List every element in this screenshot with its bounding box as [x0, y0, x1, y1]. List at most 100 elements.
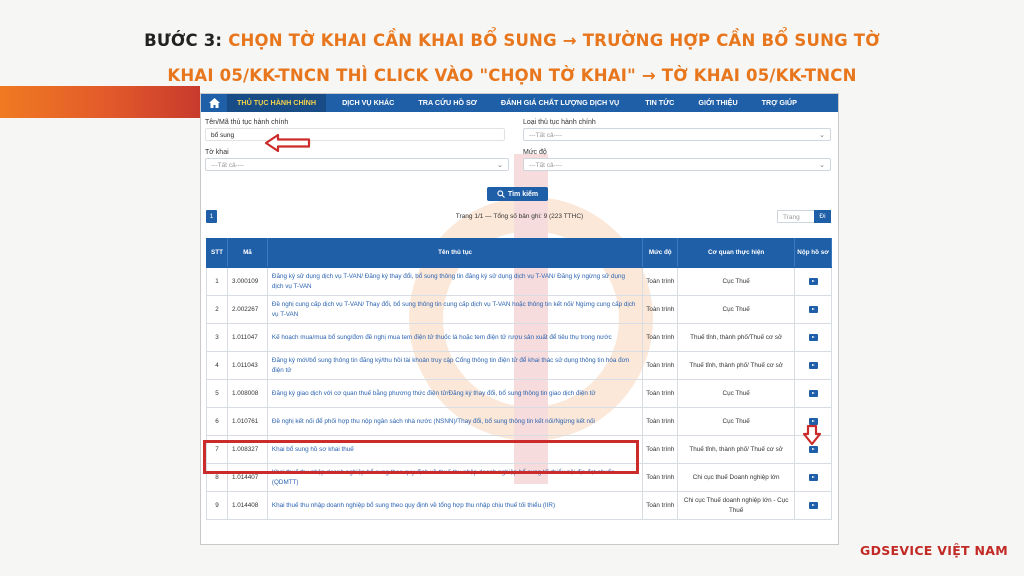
search-icon	[497, 190, 505, 198]
level-select-value: ---Tất cả----	[529, 162, 563, 169]
header-agency: Cơ quan thực hiện	[678, 238, 796, 267]
table-row: 1 3.000109 Đăng ký sử dụng dịch vụ T-VAN/ …	[206, 268, 832, 296]
procedure-name-link[interactable]: Đề nghị kết nối để phối hợp thu nộp ngân…	[268, 408, 644, 435]
submit-icon[interactable]	[808, 502, 818, 509]
stt-cell: 6	[207, 408, 228, 435]
form-field-group: Tờ khai ---Tất cả---- ⌄	[205, 148, 509, 171]
submit-icon[interactable]	[808, 362, 818, 369]
agency-cell: Thuế tỉnh, thành phố/ Thuế cơ sở	[678, 352, 796, 379]
header-submit: Nộp hồ sơ	[795, 238, 832, 267]
agency-cell: Cục Thuế	[678, 296, 796, 323]
submit-cell	[795, 464, 832, 491]
procedures-table: STT Mã Tên thủ tục Mức độ Cơ quan thực h…	[206, 238, 832, 520]
step-heading-line2: KHAI 05/KK-TNCN THÌ CLICK VÀO "CHỌN TỜ K…	[167, 66, 857, 85]
level-cell: Toàn trình	[643, 408, 679, 435]
procedure-name-link[interactable]: Kế hoạch mua/mua bổ sung/đơn đề nghị mua…	[268, 324, 644, 351]
nav-item-tra-cuu[interactable]: TRA CỨU HỒ SƠ	[404, 94, 487, 112]
nav-item-dich-vu[interactable]: DỊCH VỤ KHÁC	[326, 94, 404, 112]
level-cell: Toàn trình	[643, 268, 679, 295]
stt-cell: 2	[207, 296, 228, 323]
submit-cell	[795, 380, 832, 407]
level-select[interactable]: ---Tất cả---- ⌄	[523, 158, 831, 171]
submit-icon[interactable]	[808, 418, 818, 425]
procedure-name-link[interactable]: Đăng ký giao dịch với cơ quan thuế bằng …	[268, 380, 644, 407]
form-select[interactable]: ---Tất cả---- ⌄	[205, 158, 509, 171]
form-select-value: ---Tất cả----	[211, 162, 245, 169]
submit-cell	[795, 352, 832, 379]
code-cell: 1.014408	[228, 492, 268, 519]
table-row: 4 1.011043 Đăng ký mới/bổ sung thông tin đ…	[206, 352, 832, 380]
portal-screenshot: THỦ TỤC HÀNH CHÍNH DỊCH VỤ KHÁC TRA CỨU …	[200, 93, 839, 545]
code-cell: 1.011047	[228, 324, 268, 351]
type-field-group: Loại thủ tục hành chính ---Tất cả---- ⌄	[523, 118, 831, 141]
submit-cell	[795, 492, 832, 519]
agency-cell: Cục Thuế	[678, 408, 796, 435]
submit-cell	[795, 268, 832, 295]
code-cell: 1.010761	[228, 408, 268, 435]
code-cell: 1.008008	[228, 380, 268, 407]
stt-cell: 9	[207, 492, 228, 519]
nav-item-gioi-thieu[interactable]: GIỚI THIỆU	[684, 94, 747, 112]
chevron-down-icon: ⌄	[497, 162, 503, 169]
arrow-down-icon	[803, 425, 821, 445]
nav-item-danh-gia[interactable]: ĐÁNH GIÁ CHẤT LƯỢNG DỊCH VỤ	[487, 94, 629, 112]
form-field-label: Tờ khai	[205, 149, 229, 156]
table-row: 9 1.014408 Khai thuế thu nhập doanh nghiệp…	[206, 492, 832, 520]
submit-icon[interactable]	[808, 446, 818, 453]
table-row: 3 1.011047 Kế hoạch mua/mua bổ sung/đơn đề…	[206, 324, 832, 352]
level-field-label: Mức độ	[523, 149, 547, 156]
pager-info: Trang 1/1 — Tổng số bản ghi: 9 (223 TTHC…	[455, 213, 584, 220]
search-button-label: Tìm kiếm	[507, 190, 539, 198]
code-cell: 2.002267	[228, 296, 268, 323]
level-cell: Toàn trình	[643, 380, 679, 407]
step-heading-prefix: BƯỚC 3:	[144, 31, 229, 50]
agency-cell: Thuế tỉnh, thành phố/ Thuế cơ sở	[678, 436, 796, 463]
nav-item-thu-tuc[interactable]: THỦ TỤC HÀNH CHÍNH	[227, 94, 327, 112]
submit-icon[interactable]	[808, 306, 818, 313]
home-icon[interactable]	[201, 94, 227, 112]
procedure-name-link[interactable]: Đăng ký sử dụng dịch vụ T-VAN/ Đăng ký t…	[268, 268, 644, 295]
header-stt: STT	[207, 238, 228, 267]
stt-cell: 5	[207, 380, 228, 407]
agency-cell: Chi cục Thuế doanh nghiệp lớn - Cục Thuế	[678, 492, 796, 519]
table-row: 5 1.008008 Đăng ký giao dịch với cơ quan t…	[206, 380, 832, 408]
header-level: Mức độ	[643, 238, 679, 267]
code-cell: 1.011043	[228, 352, 268, 379]
table-row: 2 2.002267 Đề nghị cung cấp dịch vụ T-VAN/…	[206, 296, 832, 324]
level-cell: Toàn trình	[643, 492, 679, 519]
decorative-orange-bar	[0, 86, 200, 118]
level-field-group: Mức độ ---Tất cả---- ⌄	[523, 148, 831, 171]
submit-icon[interactable]	[808, 474, 818, 481]
submit-cell	[795, 324, 832, 351]
search-button[interactable]: Tìm kiếm	[487, 187, 548, 201]
stt-cell: 4	[207, 352, 228, 379]
level-cell: Toàn trình	[643, 324, 679, 351]
nav-item-tin-tuc[interactable]: TIN TỨC	[629, 94, 684, 112]
level-cell: Toàn trình	[643, 436, 679, 463]
type-select[interactable]: ---Tất cả---- ⌄	[523, 128, 831, 141]
table-row: 6 1.010761 Đề nghị kết nối để phối hợp thu…	[206, 408, 832, 436]
procedure-name-link[interactable]: Khai thuế thu nhập doanh nghiệp bổ sung …	[268, 492, 644, 519]
highlight-box-row7	[203, 440, 639, 474]
submit-cell	[795, 296, 832, 323]
step-heading-line1: BƯỚC 3: CHỌN TỜ KHAI CẦN KHAI BỔ SUNG → …	[0, 31, 1024, 50]
header-ma: Mã	[228, 238, 268, 267]
submit-icon[interactable]	[808, 390, 818, 397]
agency-cell: Cục Thuế	[678, 380, 796, 407]
submit-icon[interactable]	[808, 278, 818, 285]
submit-icon[interactable]	[808, 334, 818, 341]
nav-item-tro-giup[interactable]: TRỢ GIÚP	[748, 94, 807, 112]
header-name: Tên thủ tục	[268, 238, 644, 267]
level-cell: Toàn trình	[643, 464, 679, 491]
stt-cell: 3	[207, 324, 228, 351]
arrow-left-icon	[264, 133, 311, 153]
brand-footer: GDSEVICE VIỆT NAM	[860, 543, 1008, 558]
goto-page-input[interactable]: Trang	[777, 210, 815, 223]
procedure-name-link[interactable]: Đăng ký mới/bổ sung thông tin đăng ký/th…	[268, 352, 644, 379]
type-select-value: ---Tất cả----	[529, 132, 563, 139]
agency-cell: Thuế tỉnh, thành phố/Thuế cơ sở	[678, 324, 796, 351]
procedure-name-link[interactable]: Đề nghị cung cấp dịch vụ T-VAN/ Thay đổi…	[268, 296, 644, 323]
goto-page-button[interactable]: Đi	[814, 210, 831, 223]
name-input[interactable]: bổ sung	[205, 128, 505, 141]
code-cell: 3.000109	[228, 268, 268, 295]
